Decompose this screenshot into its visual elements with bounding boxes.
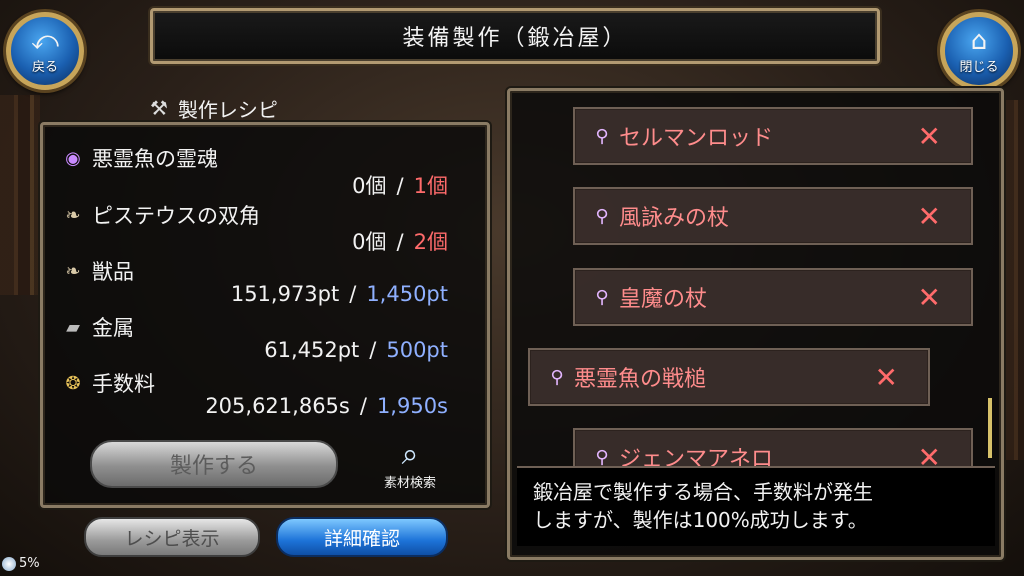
material-qty: 61,452pt/500pt [264,338,448,362]
material-name-row: ❧ 獣品 [62,256,134,286]
magnifier-icon: ⌕ [401,437,419,472]
anvil-icon: ⚒ [150,96,168,120]
status-icon [2,556,16,571]
material-name: ピステウスの双角 [92,204,260,228]
list-item-selected[interactable]: ⚲ 悪霊魚の戦槌 ✕ [528,348,930,406]
staff-icon: ⚲ [550,366,564,388]
recipe-header: ⚒ 製作レシピ [150,92,350,124]
material-qty: 0個/2個 [352,230,448,254]
status-indicator: 5% [2,556,40,571]
material-search-label: 素材検索 [383,476,436,491]
description-box: 鍛冶屋で製作する場合、手数料が発生 しますが、製作は100%成功します。 [517,466,995,546]
recipe-title: 製作レシピ [177,97,278,122]
status-text: 5% [19,556,40,571]
material-search-button[interactable]: ⌕ 素材検索 [370,437,450,492]
list-item[interactable]: ⚲ 皇魔の杖 ✕ [573,268,973,326]
back-arrow-icon: ⤺ [31,25,59,56]
material-qty: 0個/1個 [352,174,448,198]
item-name: セルマンロッド [619,126,774,151]
metal-icon: ▰ [66,316,80,338]
back-button[interactable]: ⤺ 戻る [6,12,84,90]
description-line: 鍛冶屋で製作する場合、手数料が発生 [533,480,873,504]
staff-icon: ⚲ [595,286,609,308]
close-button[interactable]: ⌂ 閉じる [940,12,1018,90]
background-shelf-left [0,95,40,295]
list-item[interactable]: ⚲ セルマンロッド ✕ [573,107,973,165]
item-name: 悪霊魚の戦槌 [574,367,707,392]
material-qty: 151,973pt/1,450pt [230,282,448,306]
home-icon: ⌂ [970,25,988,56]
unavailable-x-icon: ✕ [917,199,941,233]
detail-confirm-button[interactable]: 詳細確認 [276,517,448,557]
list-scrollbar[interactable] [988,398,992,458]
title-bar: 装備製作（鍛冶屋） [150,8,880,64]
item-name: 風詠みの杖 [619,206,730,231]
material-name: 獣品 [92,260,134,284]
horn-icon: ❧ [65,204,81,226]
material-name-row: ◉ 悪霊魚の霊魂 [62,143,218,173]
horn-icon: ❧ [65,260,81,282]
list-item[interactable]: ⚲ 風詠みの杖 ✕ [573,187,973,245]
unavailable-x-icon: ✕ [917,119,941,153]
material-name-row: ❧ ピステウスの双角 [62,200,260,230]
recipe-display-button[interactable]: レシピ表示 [84,517,260,557]
back-label: 戻る [31,59,58,75]
close-label: 閉じる [959,59,999,75]
material-name: 悪霊魚の霊魂 [92,147,218,171]
orb-icon: ◉ [65,147,81,169]
craft-button[interactable]: 製作する [90,440,338,488]
unavailable-x-icon: ✕ [917,280,941,314]
coin-icon: ❂ [65,372,81,394]
staff-icon: ⚲ [595,446,609,468]
material-name-row: ❂ 手数料 [62,368,155,398]
material-qty: 205,621,865s/1,950s [205,394,448,418]
item-name: 皇魔の杖 [619,287,708,312]
recipe-display-label: レシピ表示 [124,527,220,550]
material-name: 手数料 [92,372,155,396]
description-line: しますが、製作は100%成功します。 [533,508,868,532]
page-title: 装備製作（鍛冶屋） [402,26,628,51]
staff-icon: ⚲ [595,205,609,227]
detail-confirm-label: 詳細確認 [323,527,400,550]
unavailable-x-icon: ✕ [874,360,898,394]
staff-icon: ⚲ [595,125,609,147]
material-name-row: ▰ 金属 [62,312,134,342]
material-name: 金属 [92,316,134,340]
craft-button-label: 製作する [169,454,258,479]
